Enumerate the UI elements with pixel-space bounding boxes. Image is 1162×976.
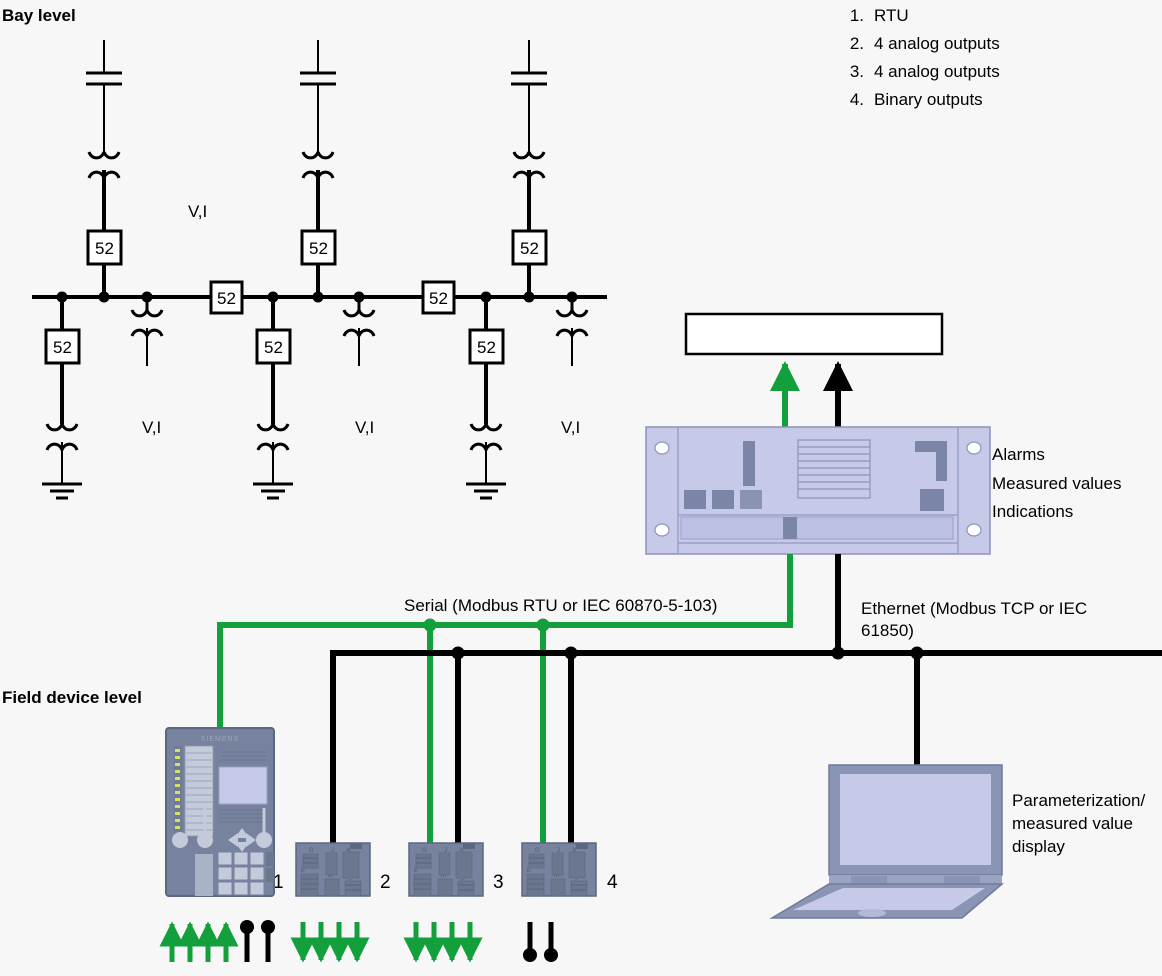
rack-screw-hole [654, 441, 670, 455]
io-terminal-label: G [422, 848, 427, 854]
outgoing-feeder-3: 52 [466, 297, 506, 500]
ethernet-bus-node [831, 646, 845, 660]
io-module-device-2: G J K E M F [295, 842, 371, 897]
rtu-module-slot [743, 441, 755, 486]
signal-arrows-device-1 [159, 920, 275, 962]
voltage-transformer-2 [342, 297, 376, 366]
outgoing-feeder-1: 52 [42, 297, 82, 500]
incoming-feeder-3: 52 [511, 40, 548, 297]
feeder-breaker-bottom-3-label: 52 [477, 338, 496, 357]
bus-tie-breaker-2: 52 [421, 280, 456, 315]
io-terminal-label: G [309, 848, 314, 854]
protection-relay-device-1: SIEMENS [165, 727, 275, 897]
rack-screw-hole [966, 523, 982, 537]
bus-tie-breaker-1-label: 52 [217, 289, 236, 308]
feeder-breaker-top-2-label: 52 [309, 239, 328, 258]
serial-bus-node [423, 618, 437, 632]
rtu-drawer-handle [783, 517, 797, 539]
relay-side-panel [195, 854, 213, 896]
laptop-trackpad[interactable] [858, 909, 886, 917]
relay-lcd-display [218, 766, 268, 805]
feeder-breaker-bottom-2-label: 52 [264, 338, 283, 357]
signal-arrows-device-2 [290, 922, 370, 963]
io-module-device-4: G J K E M F [521, 842, 597, 897]
relay-brand-label: SIEMENS [201, 736, 240, 743]
ethernet-bus [330, 554, 1162, 845]
feeder-breaker-top-1-label: 52 [95, 239, 114, 258]
diagram-graphics: 52 52 52 52 52 52 52 52 SIEMENS G J K E … [32, 40, 1162, 963]
control-center-box [684, 312, 944, 356]
ethernet-bus-node [564, 646, 578, 660]
signal-arrows-device-4 [523, 922, 558, 962]
capacitor-icon [511, 71, 547, 86]
ethernet-bus-node [910, 646, 924, 660]
io-module-device-3: G J K E M F [408, 842, 484, 897]
rack-screw-hole [654, 523, 670, 537]
ethernet-bus-node [451, 646, 465, 660]
io-terminal-label: G [535, 848, 540, 854]
laptop-screen[interactable] [840, 774, 991, 865]
relay-button-round[interactable] [172, 832, 188, 848]
rack-screw-hole [966, 441, 982, 455]
rtu-button [920, 489, 944, 511]
io-terminal-label: E [527, 868, 531, 874]
feeder-breaker-bottom-1-label: 52 [53, 338, 72, 357]
capacitor-icon [300, 71, 336, 86]
incoming-feeder-1: 52 [86, 40, 123, 297]
serial-bus [217, 554, 793, 845]
rtu-button [684, 490, 706, 509]
rtu-button [712, 490, 734, 509]
single-line-diagram: 52 52 52 52 52 52 52 52 [32, 40, 607, 500]
capacitor-icon [86, 71, 122, 86]
ground-icon [42, 482, 82, 500]
relay-label-block [184, 745, 214, 837]
ground-icon [466, 482, 506, 500]
rtu-button [740, 490, 762, 509]
feeder-breaker-top-3-label: 52 [520, 239, 539, 258]
bus-tie-breaker-2-label: 52 [429, 289, 448, 308]
serial-bus-node [536, 618, 550, 632]
binary-pins-device-1 [240, 920, 275, 962]
ground-icon [253, 482, 293, 500]
signal-arrows-device-3 [403, 922, 483, 963]
incoming-feeder-2: 52 [300, 40, 337, 297]
diagram-canvas: Bay level Field device level 1. RTU 2. 4… [0, 0, 1162, 976]
io-terminal-label: E [301, 868, 305, 874]
rtu-rack-unit [645, 426, 991, 555]
rtu-card-cage [797, 439, 871, 499]
rtu-drawer [680, 516, 954, 540]
laptop [769, 764, 1005, 919]
voltage-transformer-1 [130, 297, 164, 366]
relay-keypad[interactable] [217, 851, 265, 896]
io-terminal-label: E [414, 868, 418, 874]
voltage-transformer-3 [555, 297, 589, 366]
outgoing-feeder-2: 52 [253, 297, 293, 500]
bus-tie-breaker-1: 52 [209, 280, 244, 315]
